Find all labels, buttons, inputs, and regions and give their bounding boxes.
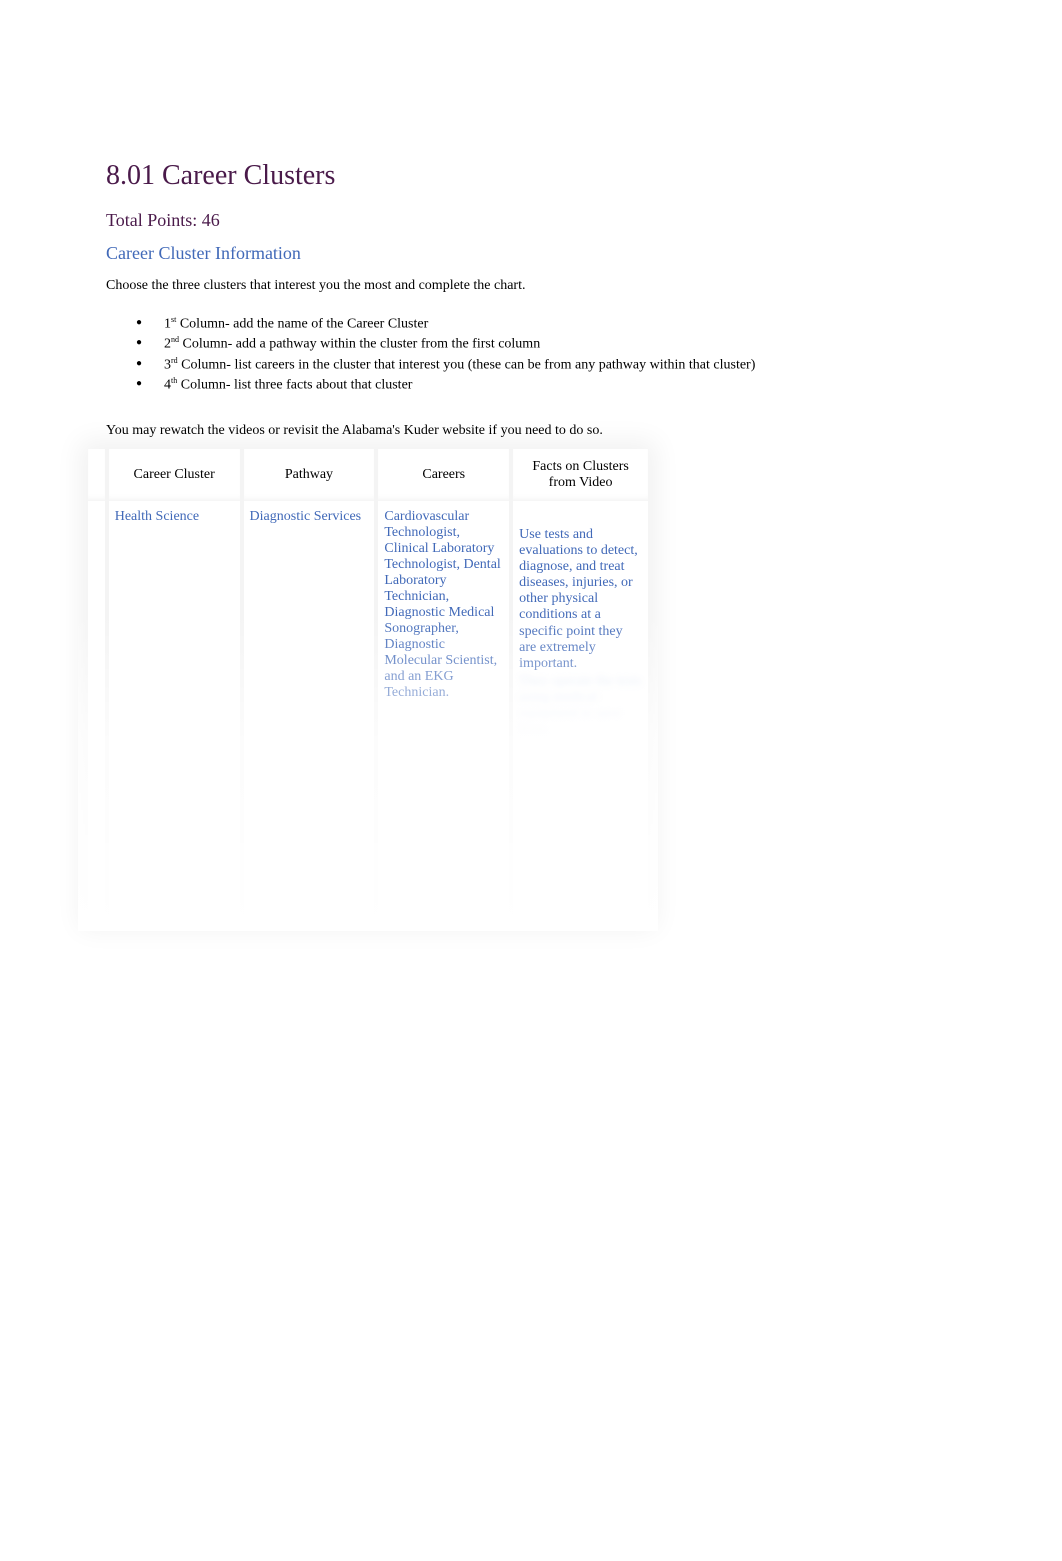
table-row: Health Science Diagnostic Services Cardi… [88, 501, 648, 921]
bullet-text: Column- list careers in the cluster that… [178, 357, 756, 372]
bullet-text: Column- add a pathway within the cluster… [179, 337, 540, 352]
career-cluster-table: Career Cluster Pathway Careers Facts on … [88, 449, 648, 921]
header-pathway: Pathway [244, 449, 379, 501]
rewatch-note: You may rewatch the videos or revisit th… [106, 423, 956, 439]
instruction-text: Choose the three clusters that interest … [106, 278, 956, 294]
list-item: 1st Column- add the name of the Career C… [136, 314, 956, 334]
ordinal-suffix: nd [171, 335, 179, 344]
cell-careers: Cardiovascular Technologist, Clinical La… [378, 501, 513, 921]
spacer-cell [88, 449, 109, 501]
column-instructions-list: 1st Column- add the name of the Career C… [106, 314, 956, 395]
section-heading: Career Cluster Information [106, 243, 956, 264]
cell-facts: Use tests and evaluations to detect, dia… [513, 501, 648, 921]
header-career-cluster: Career Cluster [109, 449, 244, 501]
total-points: Total Points: 46 [106, 210, 956, 231]
bullet-prefix: 2 [164, 337, 171, 352]
bullet-prefix: 3 [164, 357, 171, 372]
cell-pathway: Diagnostic Services [244, 501, 379, 921]
cell-career-cluster: Health Science [109, 501, 244, 921]
bullet-prefix: 1 [164, 317, 171, 332]
header-facts: Facts on Clusters from Video [513, 449, 648, 501]
bullet-text: Column- add the name of the Career Clust… [176, 317, 428, 332]
table-header-row: Career Cluster Pathway Careers Facts on … [88, 449, 648, 501]
bullet-text: Column- list three facts about that clus… [177, 377, 412, 392]
ordinal-suffix: rd [171, 356, 178, 365]
list-item: 3rd Column- list careers in the cluster … [136, 355, 956, 375]
chart-wrapper: Career Cluster Pathway Careers Facts on … [88, 449, 648, 921]
page-title: 8.01 Career Clusters [106, 160, 956, 192]
list-item: 2nd Column- add a pathway within the clu… [136, 334, 956, 354]
facts-visible-text: Use tests and evaluations to detect, dia… [519, 527, 642, 672]
header-careers: Careers [378, 449, 513, 501]
list-item: 4th Column- list three facts about that … [136, 375, 956, 395]
bullet-prefix: 4 [164, 377, 171, 392]
spacer-cell [88, 501, 109, 921]
facts-blurred-text: They operate the tests using medical equ… [519, 674, 642, 738]
